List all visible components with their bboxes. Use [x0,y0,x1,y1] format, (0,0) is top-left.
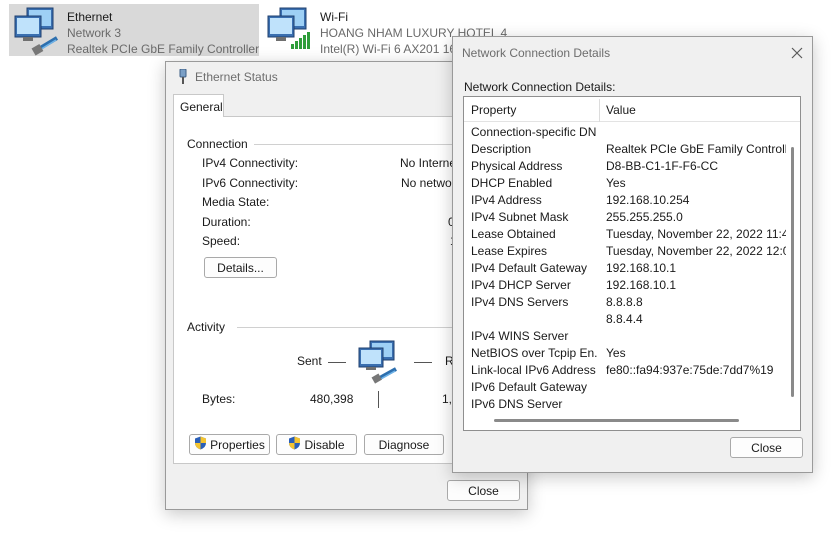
titlebar[interactable]: Network Connection Details [453,37,812,65]
sent-line [328,362,346,363]
ipv4-connectivity-value: No Internet [400,156,460,170]
property-cell: IPv4 WINS Server [471,329,569,343]
property-cell: IPv4 Default Gateway [471,261,588,275]
close-button[interactable]: Close [730,437,803,458]
disable-label: Disable [304,437,345,452]
property-cell: Physical Address [471,159,563,173]
adapter-ethernet[interactable]: Ethernet Network 3 Realtek PCIe GbE Fami… [9,4,259,56]
property-cell: IPv4 Address [471,193,542,207]
table-row[interactable]: IPv4 Address 192.168.10.254 [464,192,786,209]
table-row[interactable]: IPv4 DHCP Server 192.168.10.1 [464,277,786,294]
table-row[interactable]: IPv4 WINS Server [464,328,786,345]
property-cell: IPv4 Subnet Mask [471,210,569,224]
duration-label: Duration: [202,215,251,229]
received-line [414,362,432,363]
adapter-name: Ethernet [67,10,113,24]
value-cell: D8-BB-C1-1F-F6-CC [606,159,719,173]
bytes-label: Bytes: [202,392,236,406]
details-button[interactable]: Details... [204,257,277,278]
network-adapter-icon [11,6,63,56]
value-cell: 192.168.10.1 [606,261,677,275]
window-title: Network Connection Details [462,46,611,60]
horizontal-scrollbar[interactable] [494,419,739,422]
column-header-value[interactable]: Value [606,103,636,117]
table-row[interactable]: Description Realtek PCIe GbE Family Contr… [464,141,786,158]
properties-button[interactable]: Properties [189,434,270,455]
network-computers-icon [356,339,402,388]
property-cell: Link-local IPv6 Address [471,363,596,377]
property-cell: Connection-specific DN... [471,125,597,139]
value-cell: 192.168.10.1 [606,278,677,292]
table-row[interactable]: IPv4 DNS Servers 8.8.8.8 [464,294,786,311]
table-row[interactable]: 8.8.4.4 [464,311,786,328]
table-row[interactable]: Link-local IPv6 Address fe80::fa94:937e:7… [464,362,786,379]
table-row[interactable]: Lease Expires Tuesday, November 22, 2022 … [464,243,786,260]
value-cell: 8.8.4.4 [606,312,643,326]
value-cell: Yes [606,176,626,190]
value-cell: Tuesday, November 22, 2022 12:08:5 [606,244,786,258]
property-cell: IPv4 DNS Servers [471,295,569,309]
value-cell: Yes [606,346,626,360]
tab-general[interactable]: General [173,94,224,117]
uac-shield-icon [194,436,207,453]
bytes-divider [378,391,379,408]
close-icon[interactable] [790,46,804,60]
column-separator[interactable] [599,99,600,122]
details-heading: Network Connection Details: [464,80,616,94]
table-row[interactable]: IPv6 Default Gateway [464,379,786,396]
property-cell: Lease Expires [471,244,548,258]
window-title: Ethernet Status [195,70,278,84]
table-row[interactable]: IPv6 DNS Server [464,396,786,413]
disable-button[interactable]: Disable [276,434,357,455]
value-cell: Realtek PCIe GbE Family Controller [606,142,786,156]
property-cell: Lease Obtained [471,227,556,241]
column-header-property[interactable]: Property [471,103,516,117]
value-cell: 255.255.255.0 [606,210,683,224]
table-row[interactable]: Connection-specific DN... [464,124,786,141]
diagnose-button[interactable]: Diagnose [364,434,444,455]
network-plug-icon [177,68,189,87]
media-state-label: Media State: [202,195,270,209]
vertical-scrollbar[interactable] [791,147,794,397]
table-row[interactable]: IPv4 Default Gateway 192.168.10.1 [464,260,786,277]
ipv4-connectivity-label: IPv4 Connectivity: [202,156,299,170]
list-header: Property Value [464,97,800,122]
adapter-device: Intel(R) Wi-Fi 6 AX201 160 [320,42,463,56]
connection-heading: Connection [187,137,252,151]
table-row[interactable]: DHCP Enabled Yes [464,175,786,192]
details-list[interactable]: Property Value Connection-specific DN...… [463,96,801,431]
property-cell: Description [471,142,532,156]
table-row[interactable]: Lease Obtained Tuesday, November 22, 2022… [464,226,786,243]
property-cell: DHCP Enabled [471,176,553,190]
table-row[interactable]: IPv4 Subnet Mask 255.255.255.0 [464,209,786,226]
table-row[interactable]: NetBIOS over Tcpip En... Yes [464,345,786,362]
property-cell: IPv6 DNS Server [471,397,563,411]
properties-label: Properties [210,437,265,452]
bytes-received-value: 1, [442,392,453,406]
value-cell: fe80::fa94:937e:75de:7dd7%19 [606,363,774,377]
property-cell: IPv4 DHCP Server [471,278,571,292]
adapter-name: Wi-Fi [320,10,348,24]
network-connection-details-window: Network Connection Details Network Conne… [452,36,813,473]
bytes-sent-value: 480,398 [310,392,354,406]
value-cell: Tuesday, November 22, 2022 11:48:5 [606,227,786,241]
value-cell: 192.168.10.254 [606,193,690,207]
close-button[interactable]: Close [447,480,520,501]
uac-shield-icon [288,436,301,453]
ipv6-connectivity-label: IPv6 Connectivity: [202,176,299,190]
adapter-network: Network 3 [67,26,122,40]
property-cell: IPv6 Default Gateway [471,380,588,394]
property-cell: NetBIOS over Tcpip En... [471,346,597,360]
sent-label: Sent [297,354,322,368]
adapter-device: Realtek PCIe GbE Family Controller [67,42,260,56]
value-cell: 8.8.8.8 [606,295,643,309]
table-row[interactable]: Physical Address D8-BB-C1-1F-F6-CC [464,158,786,175]
activity-heading: Activity [187,320,230,334]
wifi-signal-icon [290,30,312,53]
speed-label: Speed: [202,234,241,248]
